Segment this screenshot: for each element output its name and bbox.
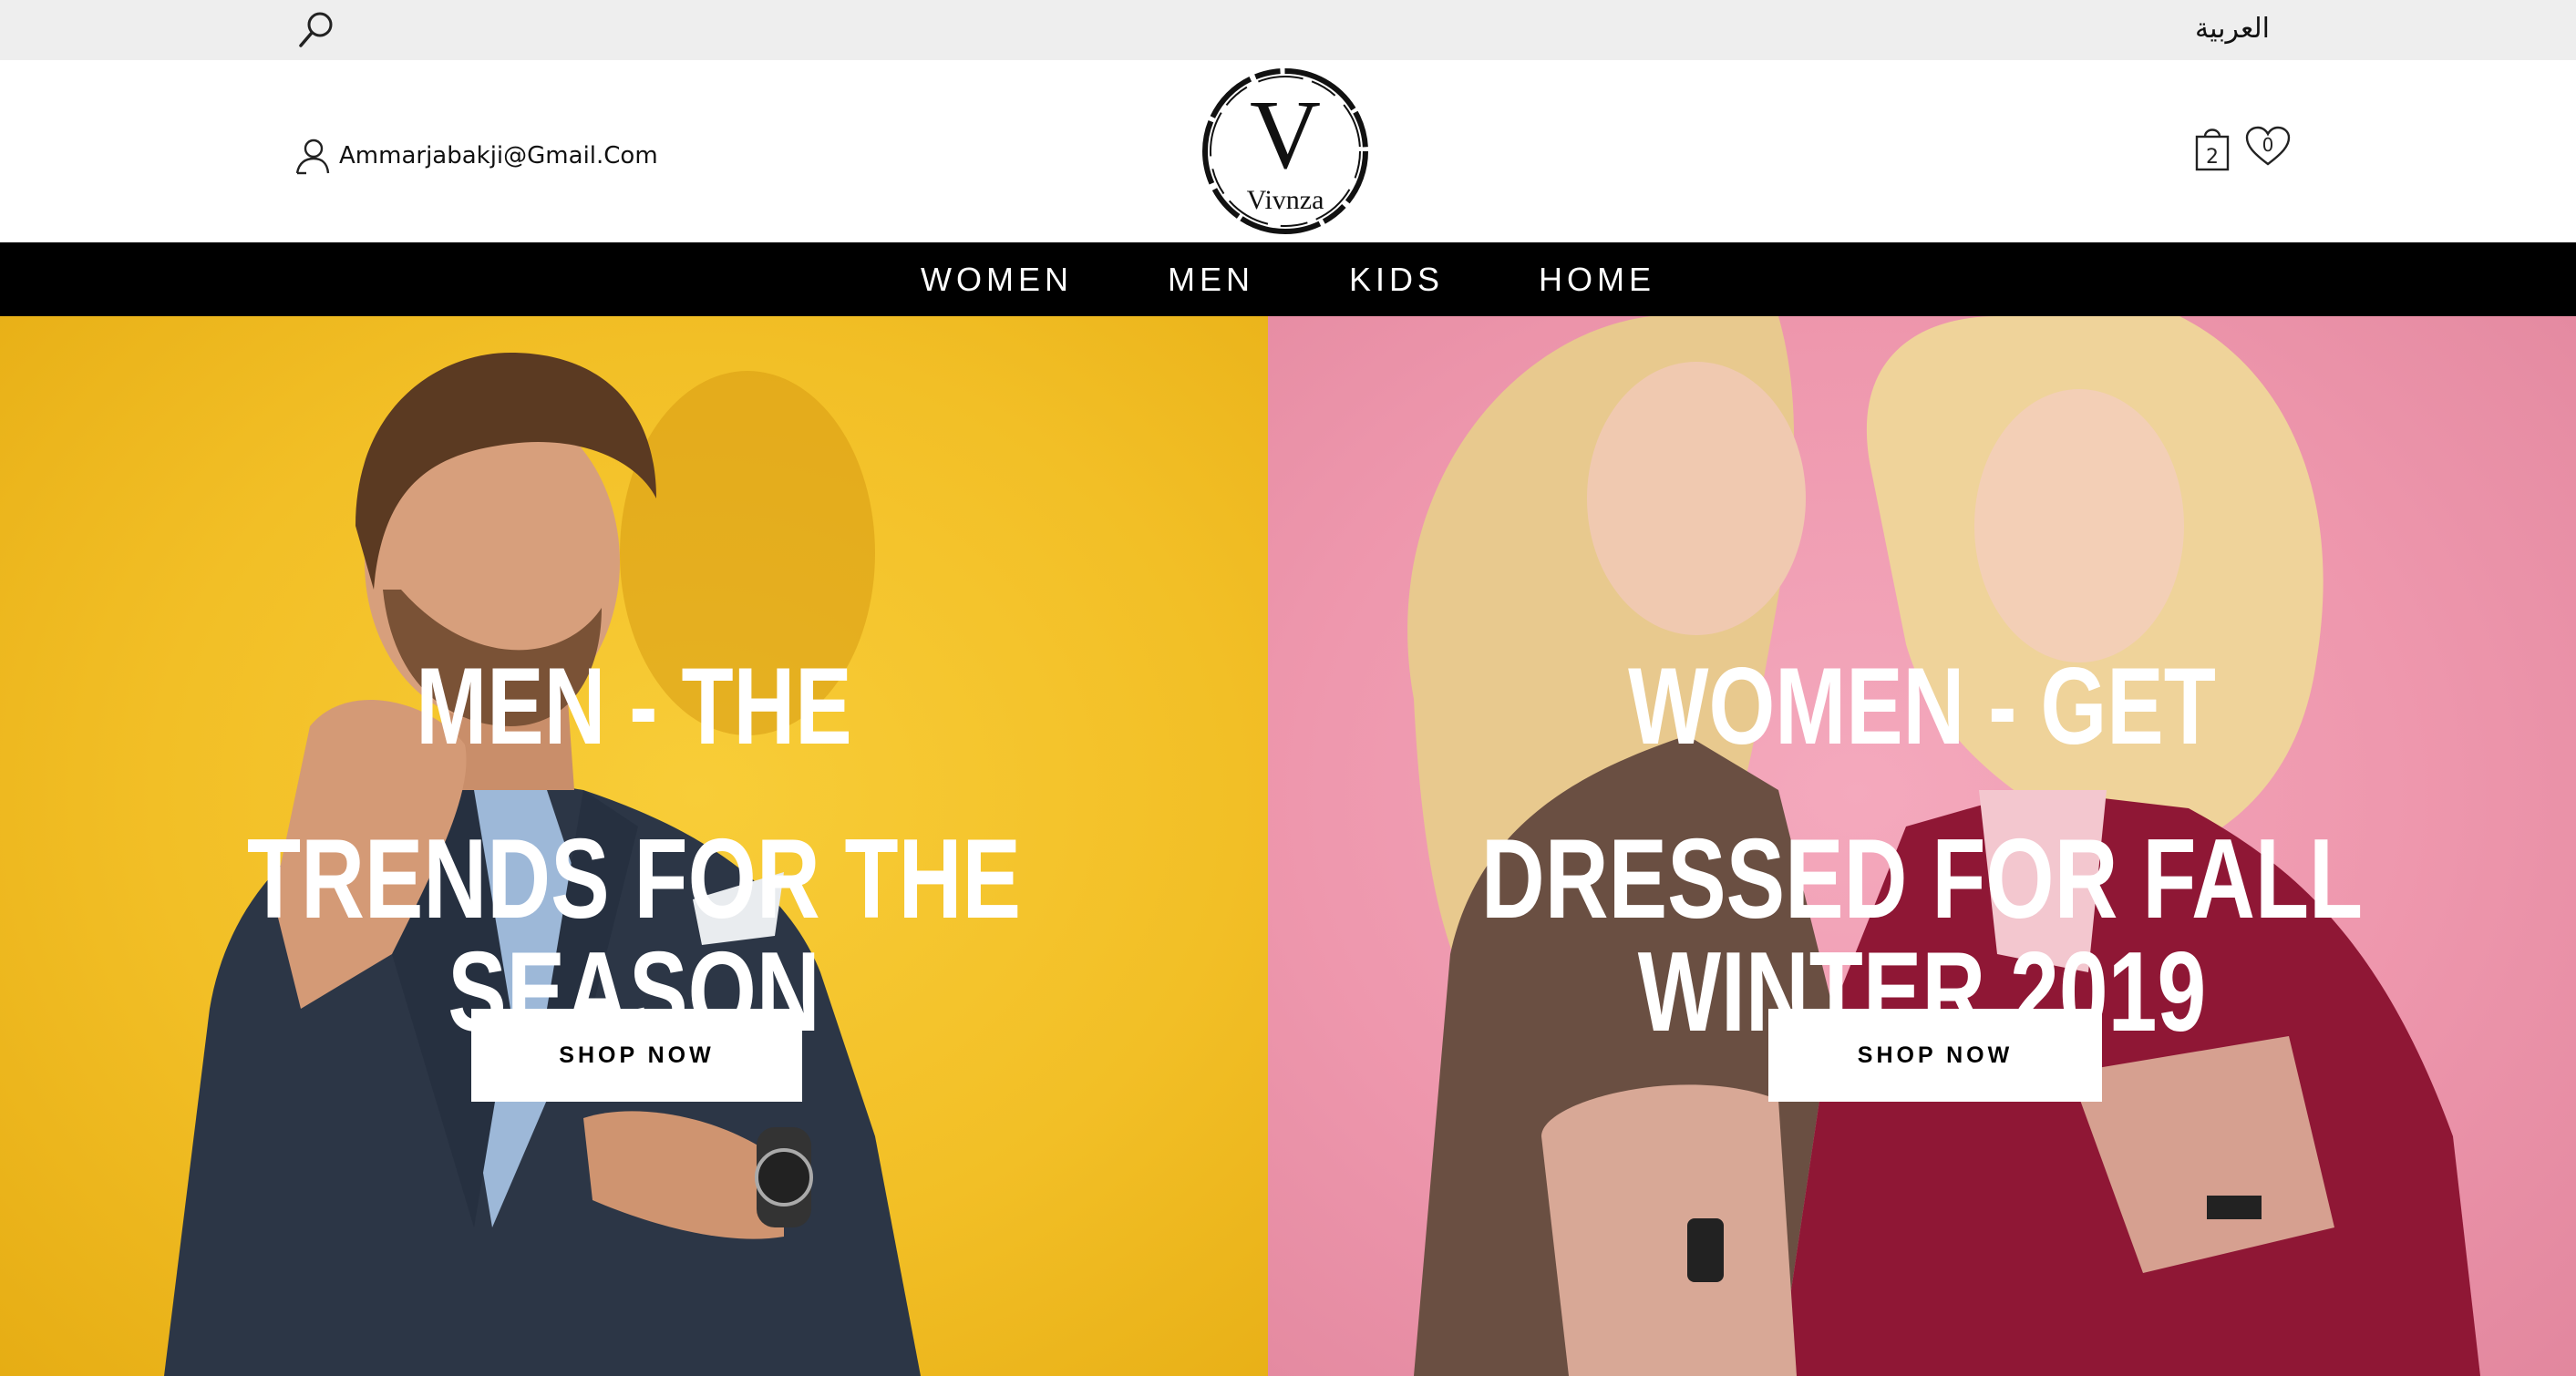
- brand-logo[interactable]: V Vivnza: [1196, 66, 1375, 237]
- nav-item-kids[interactable]: KIDS: [1349, 261, 1444, 299]
- wishlist-count: 0: [2262, 134, 2274, 156]
- account-link[interactable]: Ammarjabakji@Gmail.Com: [294, 133, 658, 179]
- hero-men-panel: MEN - THE TRENDS FOR THE SEASON SHOP NOW: [0, 316, 1268, 1376]
- language-switch-link[interactable]: العربية: [2151, 9, 2270, 49]
- cart-count: 2: [2206, 146, 2219, 169]
- women-shop-now-button[interactable]: SHOP NOW: [1768, 1009, 2102, 1102]
- account-email: Ammarjabakji@Gmail.Com: [339, 142, 658, 169]
- search-button[interactable]: [294, 7, 339, 53]
- women-hero-title-line1: WOMEN - GET: [1628, 645, 2216, 767]
- men-hero-title-line1: MEN - THE: [416, 645, 852, 767]
- top-utility-bar: العربية: [0, 0, 2576, 60]
- heart-icon: 0: [2245, 126, 2291, 166]
- nav-item-women[interactable]: WOMEN: [921, 261, 1073, 299]
- cart-button[interactable]: 2: [2191, 124, 2233, 173]
- wishlist-button[interactable]: 0: [2244, 126, 2292, 168]
- hero-women-panel: WOMEN - GET DRESSED FOR FALL WINTER 2019…: [1268, 316, 2576, 1376]
- main-nav: WOMEN MEN KIDS HOME: [0, 242, 2576, 316]
- site-header: Ammarjabakji@Gmail.Com V Vivnza 2 0: [0, 60, 2576, 242]
- shopping-bag-icon: 2: [2195, 128, 2230, 171]
- logo-wordmark: Vivnza: [1247, 185, 1324, 215]
- men-shop-now-button[interactable]: SHOP NOW: [471, 1009, 802, 1102]
- nav-item-men[interactable]: MEN: [1168, 261, 1254, 299]
- nav-item-home[interactable]: HOME: [1539, 261, 1655, 299]
- search-icon: [299, 12, 333, 47]
- logo-letter: V: [1250, 81, 1321, 190]
- user-icon: [295, 139, 330, 175]
